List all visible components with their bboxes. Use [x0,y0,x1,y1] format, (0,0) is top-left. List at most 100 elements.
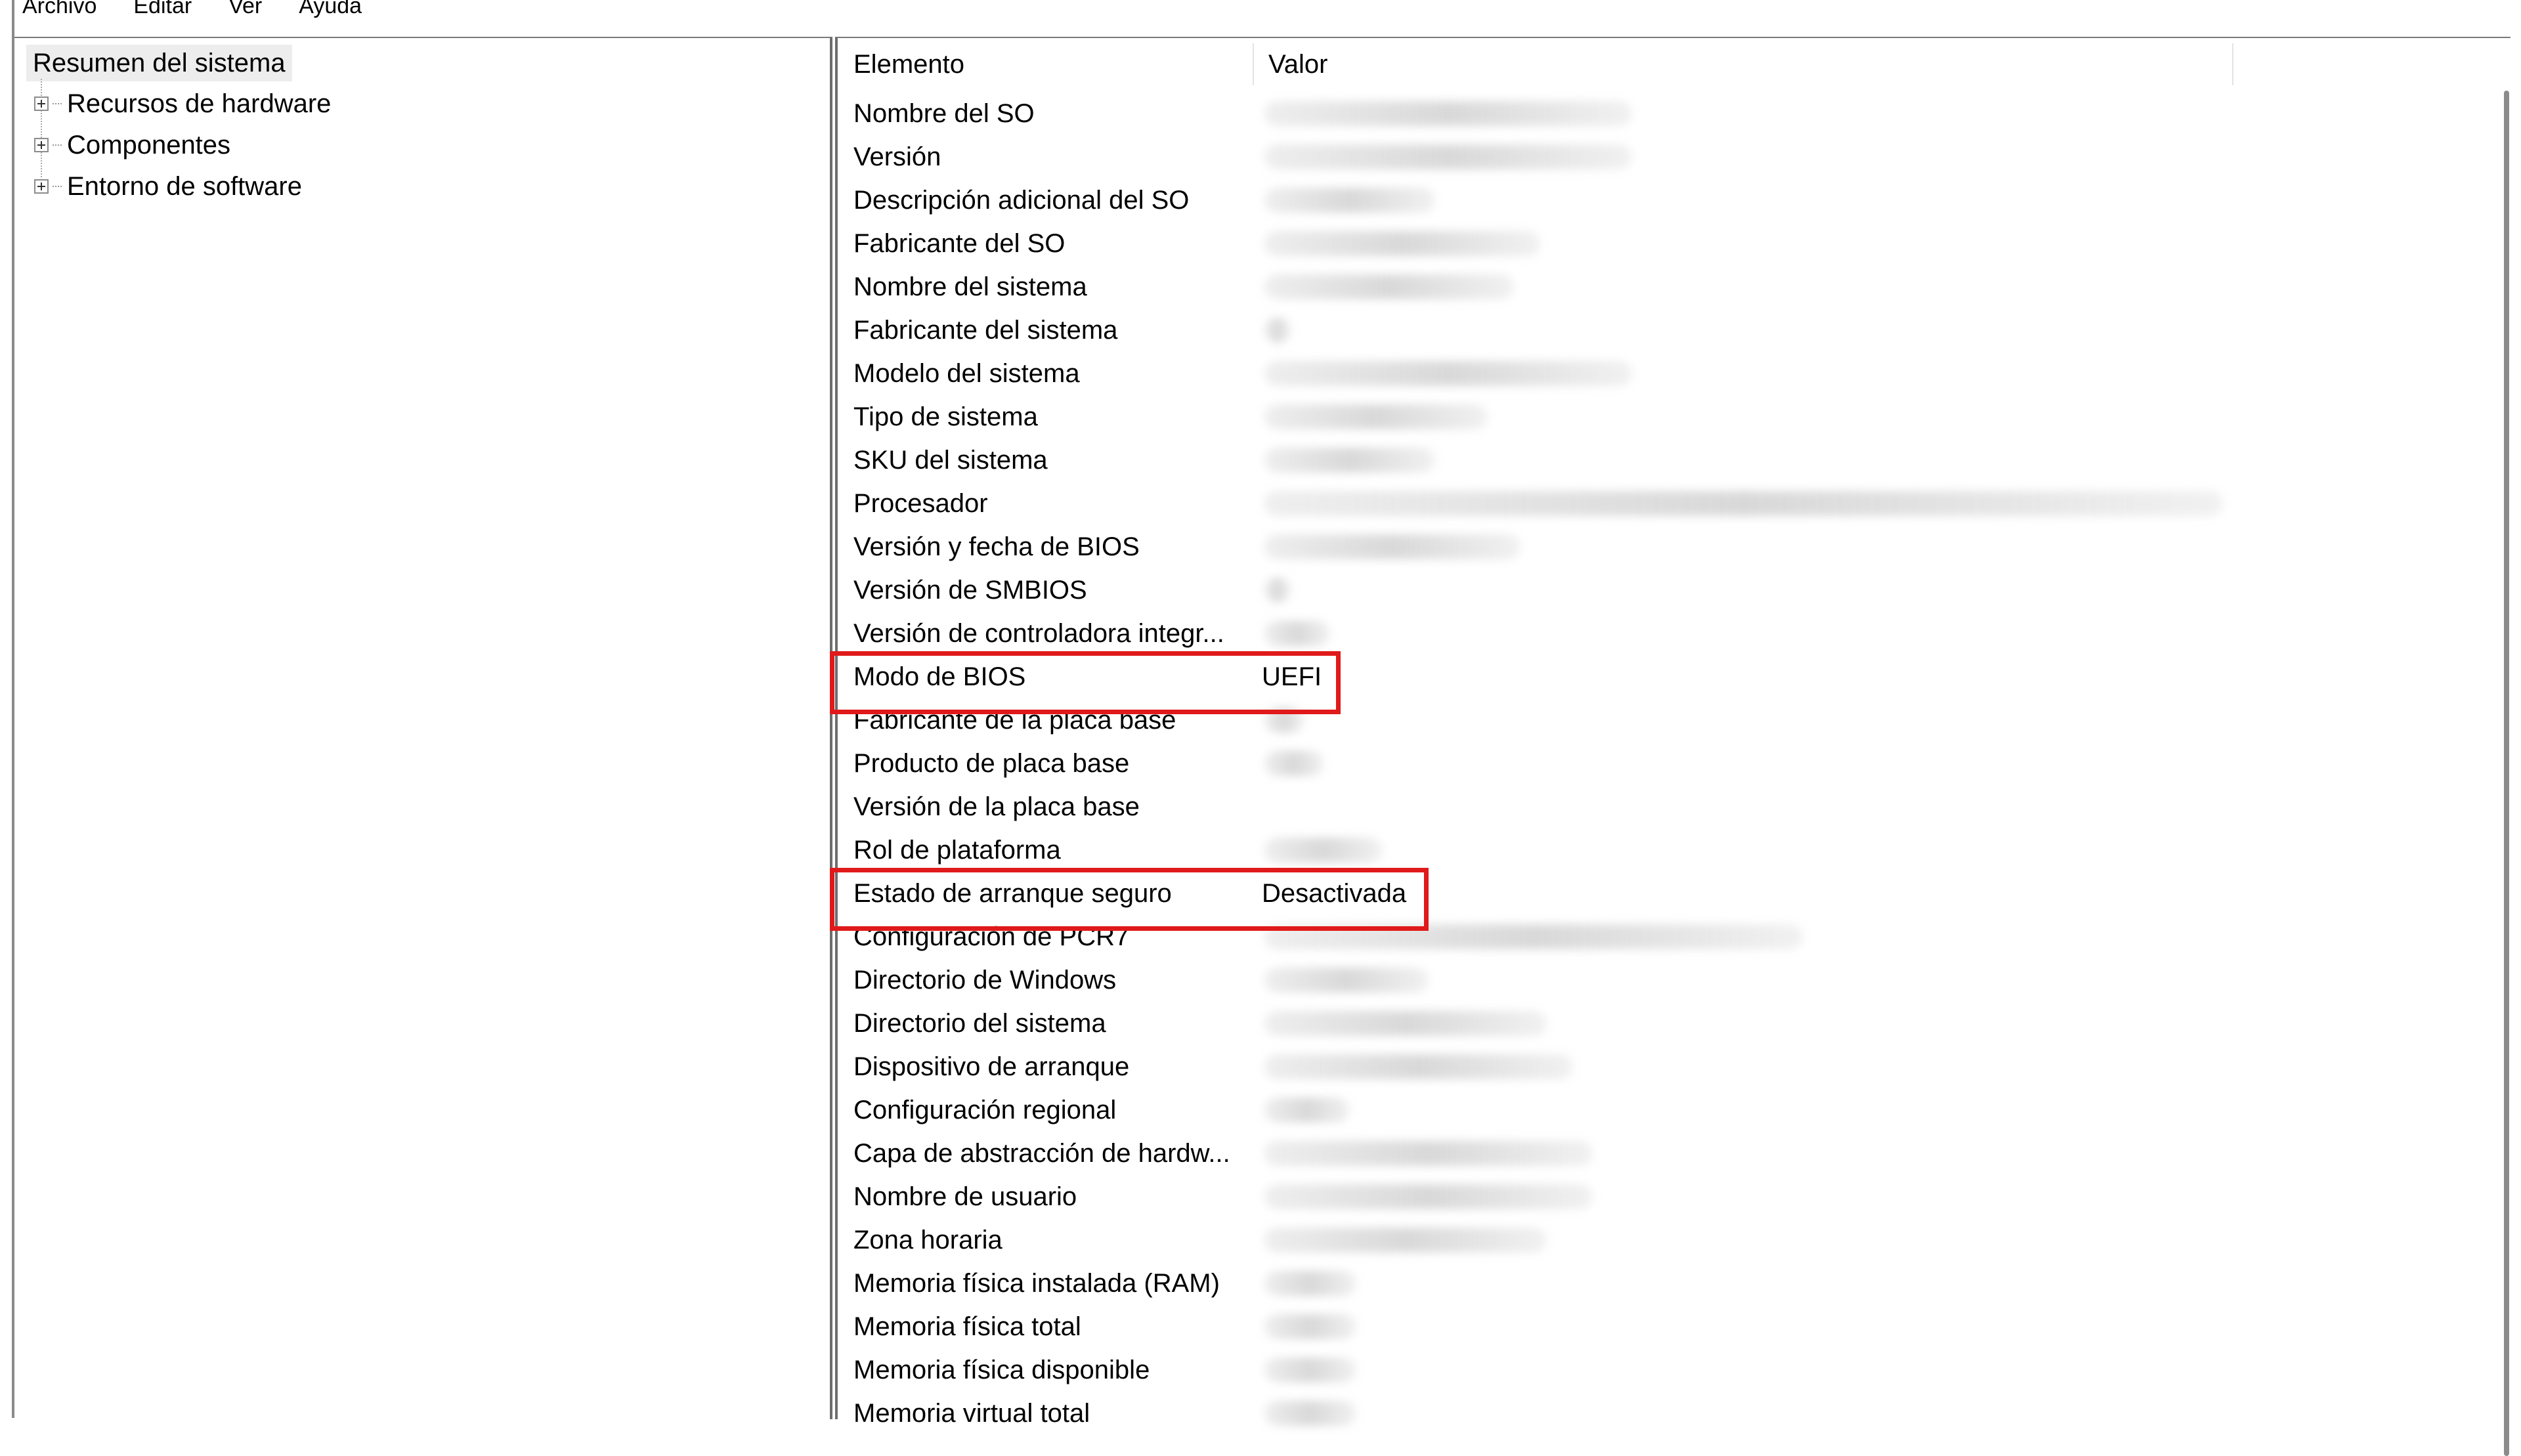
expand-icon[interactable] [34,138,49,152]
table-row[interactable]: Versión de SMBIOS [838,568,2413,612]
redacted-value [1264,361,1632,386]
menu-editar[interactable]: Editar [111,0,206,17]
table-row[interactable]: Fabricante del sistema [838,309,2413,352]
table-row[interactable]: Zona horaria [838,1218,2413,1262]
table-row[interactable]: Capa de abstracción de hardw... [838,1132,2413,1175]
table-row[interactable]: Versión de la placa base [838,785,2413,828]
cell-elemento: Rol de plataforma [853,836,1061,865]
table-row[interactable]: Dispositivo de arranque [838,1045,2413,1088]
system-summary-list[interactable]: Elemento Valor Nombre del SO Versión Descr… [830,37,2510,1456]
menu-ayuda[interactable]: Ayuda [276,0,376,17]
cell-elemento: Tipo de sistema [853,402,1038,431]
redacted-value [1264,1184,1593,1209]
table-row[interactable]: Rol de plataforma [838,828,2413,872]
cell-elemento: Modelo del sistema [853,359,1080,388]
cell-elemento: Fabricante del SO [853,229,1066,258]
cell-elemento: Versión de la placa base [853,792,1140,821]
table-row[interactable]: Producto de placa base [838,742,2413,785]
cell-elemento: Versión [853,142,941,171]
cell-elemento: Memoria física disponible [853,1356,1150,1384]
table-row[interactable]: Fabricante del SO [838,222,2413,265]
menu-ver[interactable]: Ver [206,0,276,17]
redacted-value [1264,1358,1356,1382]
tree-item-label: Entorno de software [67,171,302,201]
table-row[interactable]: Memoria física disponible [838,1348,2413,1392]
redacted-value [1264,404,1488,429]
redacted-value [1264,1228,1547,1253]
cell-elemento: Nombre del SO [853,99,1035,128]
cell-elemento: SKU del sistema [853,446,1048,475]
redacted-value [1264,448,1435,473]
table-row[interactable]: SKU del sistema [838,439,2413,482]
table-row[interactable]: Versión de controladora integr... [838,612,2413,655]
tree-item-recursos-de-hardware[interactable]: Recursos de hardware [34,84,331,123]
cell-elemento: Dispositivo de arranque [853,1052,1130,1081]
cell-elemento: Nombre del sistema [853,272,1087,301]
vertical-scrollbar[interactable] [2504,91,2509,1456]
cell-elemento: Memoria física instalada (RAM) [853,1269,1220,1298]
cell-elemento: Versión y fecha de BIOS [853,532,1140,561]
cell-elemento: Memoria virtual total [853,1399,1090,1428]
cell-elemento: Producto de placa base [853,749,1130,778]
table-row[interactable]: Versión y fecha de BIOS [838,525,2413,568]
menu-archivo[interactable]: Archivo [0,0,111,17]
cell-elemento: Versión de controladora integr... [853,619,1224,648]
cell-elemento: Memoria física total [853,1312,1081,1341]
cell-elemento: Zona horaria [853,1226,1002,1254]
table-row[interactable]: Modelo del sistema [838,352,2413,395]
redacted-value [1264,838,1383,863]
table-row[interactable]: Directorio del sistema [838,1002,2413,1045]
cell-elemento: Procesador [853,489,988,518]
table-row[interactable]: Nombre del sistema [838,265,2413,309]
table-row[interactable]: Versión [838,135,2413,179]
redacted-value [1264,491,2223,516]
table-row[interactable]: Nombre de usuario [838,1175,2413,1218]
tree-item-componentes[interactable]: Componentes [34,125,230,165]
column-separator[interactable] [2232,43,2233,85]
redacted-value [1264,968,1429,993]
redacted-value [1264,188,1435,213]
redacted-value [1264,1314,1356,1339]
tree-item-label: Recursos de hardware [67,89,332,118]
table-row[interactable]: Memoria física total [838,1305,2413,1348]
expand-icon[interactable] [34,96,49,111]
redacted-value [1264,231,1540,256]
redacted-value [1264,534,1520,559]
menu-bar: Archivo Editar Ver Ayuda [0,0,2521,24]
table-row[interactable]: Configuración regional [838,1088,2413,1132]
table-row[interactable]: Memoria virtual total [838,1392,2413,1435]
redacted-value [1264,1271,1356,1296]
tree-connector [53,144,62,146]
tree-connector [53,103,62,104]
category-tree-pane[interactable]: Resumen del sistema Recursos de hardware… [14,37,832,1419]
redacted-value [1264,1011,1547,1036]
table-row[interactable]: Descripción adicional del SO [838,179,2413,222]
tree-item-resumen-del-sistema[interactable]: Resumen del sistema [26,45,292,81]
redacted-value [1264,1054,1573,1079]
redacted-value [1264,318,1291,343]
table-row[interactable]: Nombre del SO [838,92,2413,135]
redacted-value [1264,621,1330,646]
cell-elemento: Directorio de Windows [853,966,1117,995]
cell-elemento: Versión de SMBIOS [853,576,1087,605]
redacted-value [1264,1098,1350,1123]
tree-connector [53,186,62,187]
tree-item-entorno-de-software[interactable]: Entorno de software [34,167,302,206]
expand-icon[interactable] [34,179,49,194]
table-row[interactable]: Procesador [838,482,2413,525]
table-row[interactable]: Memoria física instalada (RAM) [838,1262,2413,1305]
table-row[interactable]: Tipo de sistema [838,395,2413,439]
column-header-valor[interactable]: Valor [1253,43,2231,85]
highlight-box-secure-boot [830,868,1429,931]
redacted-value [1264,578,1291,603]
redacted-value [1264,751,1324,776]
cell-elemento: Capa de abstracción de hardw... [853,1139,1230,1168]
cell-elemento: Fabricante del sistema [853,316,1118,345]
table-row[interactable]: Directorio de Windows [838,958,2413,1002]
tree-item-label: Componentes [67,130,231,160]
cell-elemento: Directorio del sistema [853,1009,1106,1038]
redacted-value [1264,1141,1593,1166]
redacted-value [1264,101,1632,126]
cell-elemento: Descripción adicional del SO [853,186,1190,215]
column-header-elemento[interactable]: Elemento [838,43,1251,85]
